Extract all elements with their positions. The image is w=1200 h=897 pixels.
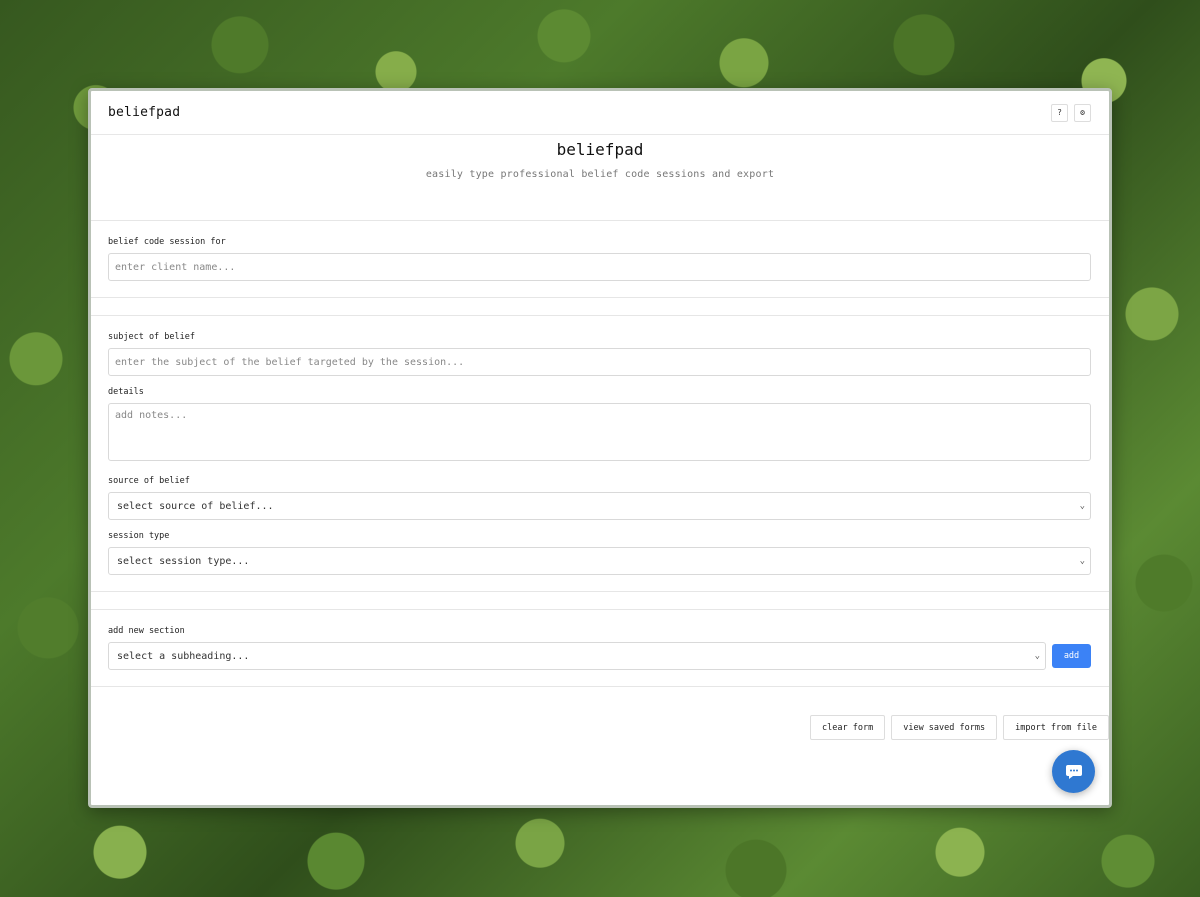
- section-divider: [91, 592, 1109, 610]
- chevron-down-icon: ⌄: [1079, 556, 1085, 566]
- add-section-row: select a subheading... ⌄ add: [108, 642, 1091, 670]
- chat-button[interactable]: [1052, 750, 1095, 793]
- page-title: beliefpad: [556, 140, 644, 159]
- chevron-down-icon: ⌄: [1034, 651, 1040, 661]
- section-divider: [91, 298, 1109, 316]
- client-section: belief code session for: [91, 221, 1109, 298]
- brand-logo[interactable]: beliefpad: [108, 105, 180, 120]
- import-from-file-button[interactable]: import from file: [1003, 715, 1109, 740]
- source-select-value: select source of belief...: [117, 500, 274, 512]
- top-bar-buttons: ? ⚙: [1051, 103, 1091, 122]
- belief-section: subject of belief details source of beli…: [91, 316, 1109, 592]
- view-saved-forms-button[interactable]: view saved forms: [891, 715, 998, 740]
- add-button[interactable]: add: [1052, 644, 1091, 668]
- client-name-input[interactable]: [108, 253, 1091, 281]
- subheading-select-value: select a subheading...: [117, 650, 250, 662]
- app-window: beliefpad ? ⚙ beliefpad easily type prof…: [88, 88, 1112, 808]
- top-bar: beliefpad ? ⚙: [91, 91, 1109, 135]
- source-select[interactable]: select source of belief... ⌄: [108, 492, 1091, 520]
- add-section-label: add new section: [108, 626, 185, 636]
- page-subtitle: easily type professional belief code ses…: [425, 169, 775, 180]
- details-textarea[interactable]: [108, 403, 1091, 461]
- subject-label: subject of belief: [108, 332, 195, 342]
- client-label: belief code session for: [108, 237, 226, 247]
- source-label: source of belief: [108, 476, 190, 486]
- hero: beliefpad easily type professional belie…: [91, 135, 1109, 221]
- session-type-label: session type: [108, 531, 170, 541]
- help-button[interactable]: ?: [1051, 103, 1068, 122]
- chat-bubble-icon: [1065, 764, 1082, 779]
- session-type-select[interactable]: select session type... ⌄: [108, 547, 1091, 575]
- add-section: add new section select a subheading... ⌄…: [91, 610, 1109, 687]
- subheading-select[interactable]: select a subheading... ⌄: [108, 642, 1046, 670]
- settings-button[interactable]: ⚙: [1074, 103, 1091, 122]
- details-label: details: [108, 387, 144, 397]
- clear-form-button[interactable]: clear form: [810, 715, 886, 740]
- form-actions: clear form view saved forms import from …: [810, 715, 1109, 740]
- subject-input[interactable]: [108, 348, 1091, 376]
- chevron-down-icon: ⌄: [1079, 501, 1085, 511]
- session-type-select-value: select session type...: [117, 555, 250, 567]
